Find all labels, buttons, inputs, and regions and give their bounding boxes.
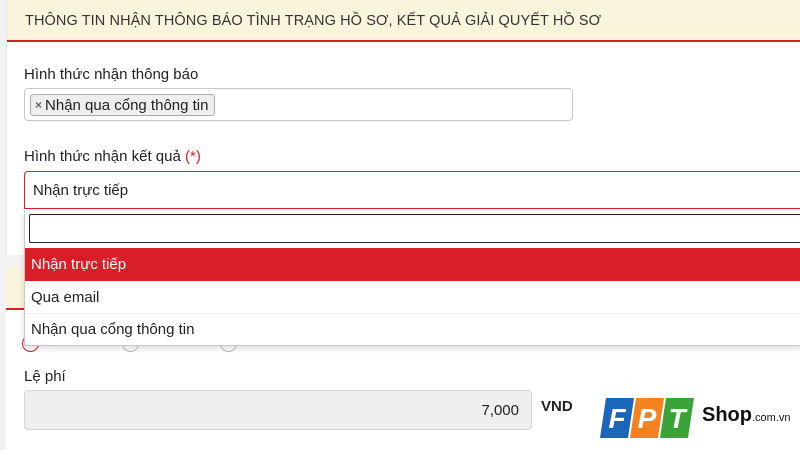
result-method-label: Hình thức nhận kết quả (*) [24,148,201,165]
notification-tag[interactable]: × Nhận qua cổng thông tin [30,94,216,116]
notification-method-label: Hình thức nhận thông báo [24,66,199,83]
notification-method-multiselect[interactable]: × Nhận qua cổng thông tin [24,88,573,121]
dropdown-option-email[interactable]: Qua email [25,281,800,314]
result-method-dropdown: Nhận trực tiếp Qua email Nhận qua cổng t… [24,210,800,346]
remove-tag-icon[interactable]: × [35,98,42,112]
fee-value: 7,000 [481,402,519,419]
dropdown-search-input[interactable] [29,214,800,243]
panel-title: THÔNG TIN NHẬN THÔNG BÁO TÌNH TRẠNG HỒ S… [25,13,602,29]
fpt-logo-icon: F P T [600,398,694,438]
fee-input: 7,000 [24,390,532,430]
logo-text: Shop.com.vn [702,404,791,427]
result-method-select[interactable]: Nhận trực tiếp [24,171,800,209]
fpt-shop-logo: F P T Shop.com.vn [598,392,798,444]
fee-label: Lệ phí [24,368,66,385]
result-method-selected: Nhận trực tiếp [33,182,129,199]
fee-unit: VND [541,398,573,415]
result-method-label-text: Hình thức nhận kết quả [24,148,181,165]
logo-domain-text: .com.vn [752,412,791,424]
required-mark: (*) [184,148,201,165]
logo-letter-t: T [668,403,688,434]
dropdown-option-portal[interactable]: Nhận qua cổng thông tin [25,313,800,346]
dropdown-option-direct[interactable]: Nhận trực tiếp [25,248,800,281]
panel-header: THÔNG TIN NHẬN THÔNG BÁO TÌNH TRẠNG HỒ S… [7,0,800,42]
logo-letter-p: P [638,403,657,434]
notification-tag-label: Nhận qua cổng thông tin [45,96,209,114]
logo-letter-f: F [608,403,626,434]
logo-shop-text: Shop [702,404,752,426]
